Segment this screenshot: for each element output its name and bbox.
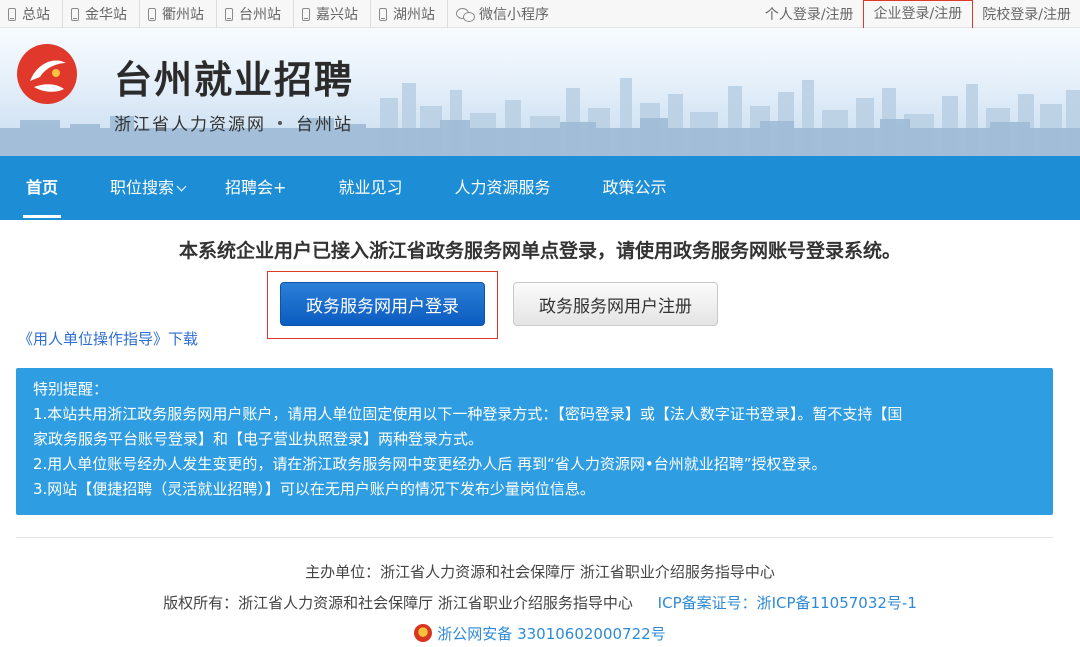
gov-register-button[interactable]: 政务服务网用户注册 xyxy=(513,282,718,326)
footer-sponsor: 主办单位：浙江省人力资源和社会保障厅 浙江省职业介绍服务指导中心 xyxy=(0,561,1080,582)
site-link-label: 总站 xyxy=(22,7,50,23)
wechat-miniprogram-link[interactable]: 微信小程序 xyxy=(448,0,561,28)
site-link-main[interactable]: 总站 xyxy=(0,0,63,28)
nav-item-label: 人力资源服务 xyxy=(454,178,551,197)
subtitle-station: 台州站 xyxy=(296,115,353,135)
sso-notice: 本系统企业用户已接入浙江省政务服务网单点登录，请使用政务服务网账号登录系统。 xyxy=(178,240,901,262)
nav-item-policy[interactable]: 政策公示 xyxy=(602,156,666,220)
site-link-taizhou[interactable]: 台州站 xyxy=(217,0,294,28)
personal-login-link[interactable]: 个人登录/注册 xyxy=(756,4,863,24)
footer-copyright: 版权所有：浙江省人力资源和社会保障厅 浙江省职业介绍服务指导中心 ICP备案证号… xyxy=(0,592,1080,613)
top-bar: 总站 金华站 衢州站 台州站 嘉兴站 湖州站 微信小程序 个人登录/注册 企业登… xyxy=(0,0,1080,29)
reminder-line-1-continued: 家政务服务平台账号登录】和【电子营业执照登录】两种登录方式。 xyxy=(33,430,484,448)
subtitle-separator xyxy=(278,120,282,125)
reminder-line-2: 2.用人单位账号经办人发生变更的，请在浙江政务服务网中变更经办人后 再到“省人力… xyxy=(33,455,827,473)
nav-item-label: 招聘会+ xyxy=(225,178,287,197)
chevron-down-icon xyxy=(176,181,187,192)
wechat-label: 微信小程序 xyxy=(479,7,549,23)
reminder-title: 特别提醒： xyxy=(33,380,109,398)
school-login-link[interactable]: 院校登录/注册 xyxy=(973,4,1080,24)
main-navigation: 首页 职位搜索 招聘会+ 就业见习 人力资源服务 政策公示 xyxy=(0,156,1080,220)
site-link-huzhou[interactable]: 湖州站 xyxy=(371,0,448,28)
footer-divider xyxy=(16,537,1053,538)
logo-emblem xyxy=(17,44,77,104)
nav-item-label: 政策公示 xyxy=(602,178,667,197)
icp-record-link[interactable]: ICP备案证号：浙ICP备11057032号-1 xyxy=(658,594,917,612)
wechat-icon xyxy=(456,7,475,22)
site-link-label: 金华站 xyxy=(85,7,127,23)
phone-icon xyxy=(302,7,310,21)
nav-item-job-search[interactable]: 职位搜索 xyxy=(110,156,187,220)
site-link-jinhua[interactable]: 金华站 xyxy=(63,0,140,28)
phone-icon xyxy=(148,7,156,21)
site-link-label: 台州站 xyxy=(239,7,281,23)
police-record-link[interactable]: 浙公网安备 33010602000722号 xyxy=(437,625,665,643)
enterprise-login-link[interactable]: 企业登录/注册 xyxy=(862,0,974,29)
phone-icon xyxy=(8,7,16,21)
nav-item-label: 首页 xyxy=(26,178,59,197)
nav-item-home[interactable]: 首页 xyxy=(22,156,62,220)
site-link-label: 衢州站 xyxy=(162,7,204,23)
site-link-label: 嘉兴站 xyxy=(316,7,358,23)
site-title: 台州就业招聘 xyxy=(114,58,355,102)
reminder-line-3: 3.网站【便捷招聘（灵活就业招聘）】可以在无用户账户的情况下发布少量岗位信息。 xyxy=(33,480,595,498)
login-links: 个人登录/注册 企业登录/注册 院校登录/注册 xyxy=(756,0,1080,29)
nav-item-job-fair[interactable]: 招聘会+ xyxy=(225,156,286,220)
police-badge-icon xyxy=(414,624,433,642)
footer-police-record: 浙公网安备 33010602000722号 xyxy=(0,623,1080,644)
subtitle-portal: 浙江省人力资源网 xyxy=(114,115,266,135)
reminder-line-1: 1.本站共用浙江政务服务网用户账户，请用人单位固定使用以下一种登录方式：【密码登… xyxy=(33,405,903,423)
phone-icon xyxy=(225,7,233,21)
site-link-quzhou[interactable]: 衢州站 xyxy=(140,0,217,28)
phone-icon xyxy=(379,7,387,21)
phone-icon xyxy=(71,7,79,21)
copyright-text: 版权所有：浙江省人力资源和社会保障厅 浙江省职业介绍服务指导中心 xyxy=(163,594,633,612)
header-banner: 台州就业招聘 浙江省人力资源网 台州站 xyxy=(0,28,1080,156)
special-reminder-panel: 特别提醒： 1.本站共用浙江政务服务网用户账户，请用人单位固定使用以下一种登录方… xyxy=(16,368,1053,515)
sponsor-text: 主办单位：浙江省人力资源和社会保障厅 浙江省职业介绍服务指导中心 xyxy=(305,563,775,581)
site-switcher: 总站 金华站 衢州站 台州站 嘉兴站 湖州站 微信小程序 xyxy=(0,0,561,28)
nav-item-hr-services[interactable]: 人力资源服务 xyxy=(454,156,550,220)
site-link-label: 湖州站 xyxy=(393,7,435,23)
employer-guide-download-link[interactable]: 《用人单位操作指导》下载 xyxy=(18,328,198,349)
nav-item-label: 就业见习 xyxy=(338,178,403,197)
nav-item-internship[interactable]: 就业见习 xyxy=(338,156,402,220)
site-link-jiaxing[interactable]: 嘉兴站 xyxy=(294,0,371,28)
nav-item-label: 职位搜索 xyxy=(110,178,175,197)
site-subtitle: 浙江省人力资源网 台州站 xyxy=(114,110,353,135)
gov-login-button[interactable]: 政务服务网用户登录 xyxy=(280,282,485,326)
